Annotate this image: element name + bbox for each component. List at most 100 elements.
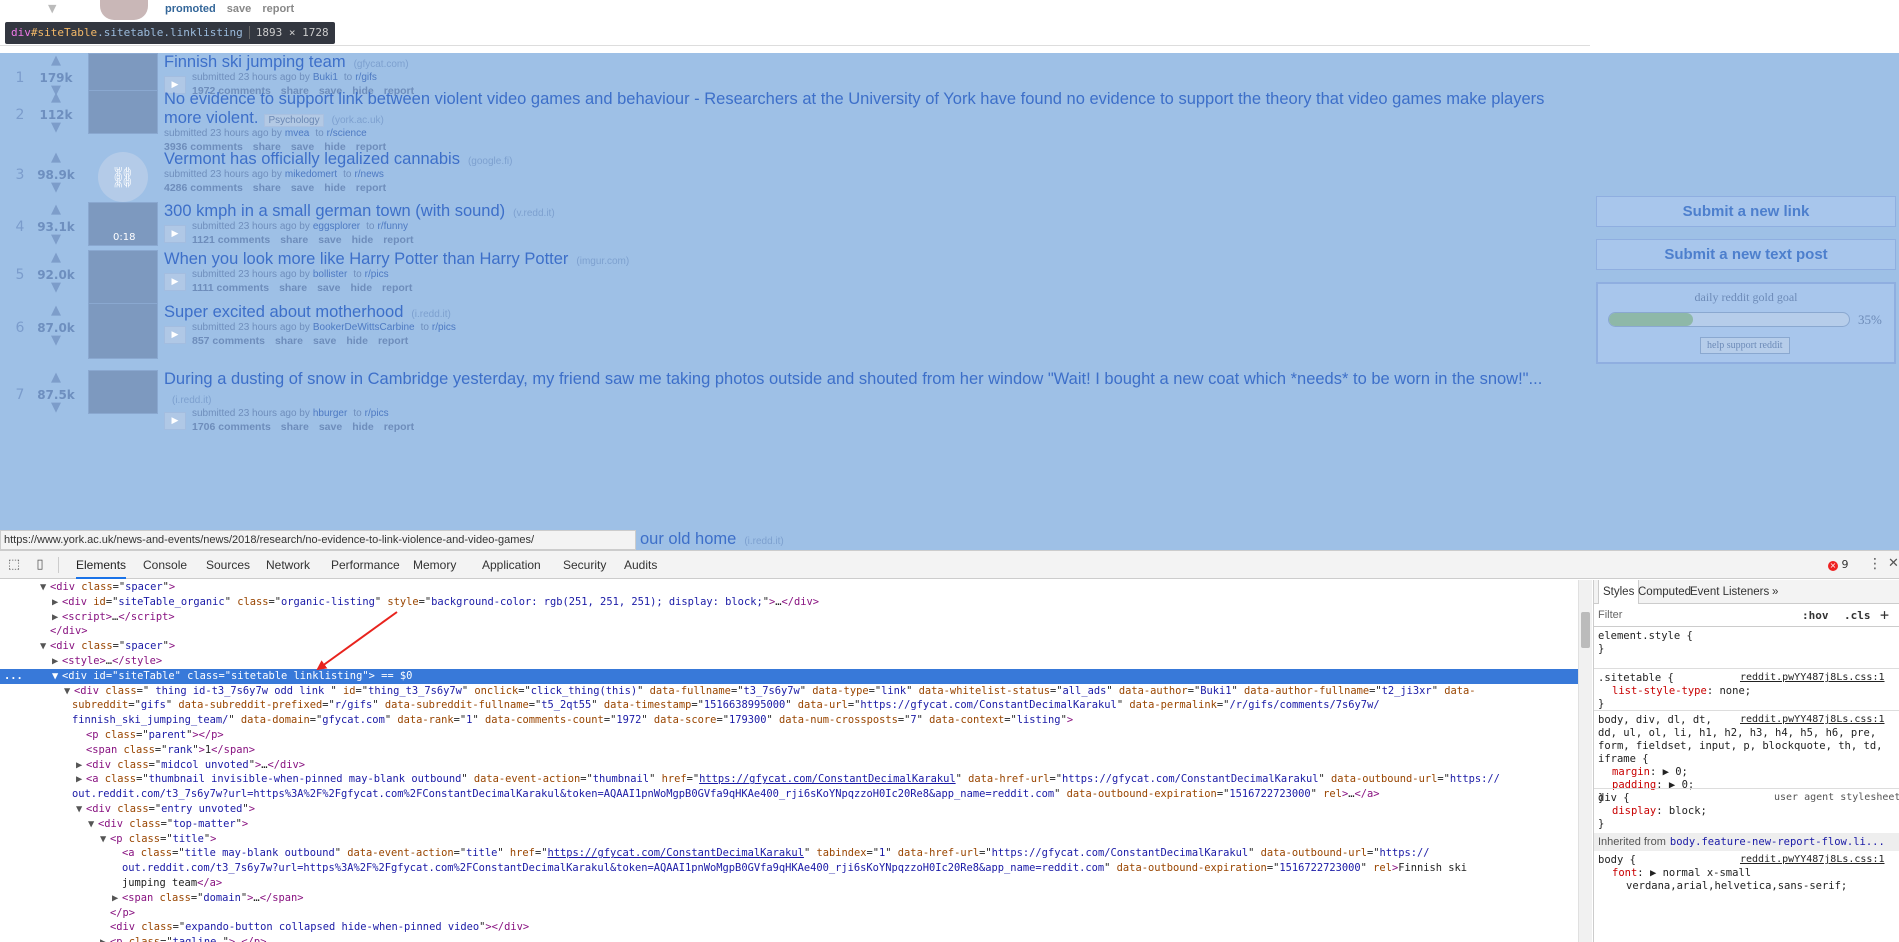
post-domain[interactable]: (york.ac.uk) xyxy=(332,115,384,126)
report-button[interactable]: report xyxy=(383,234,413,246)
close-icon[interactable]: ✕ xyxy=(1888,556,1899,571)
dom-node-line[interactable]: jumping team</a> xyxy=(0,876,222,891)
dom-node-line[interactable]: ▶ <a class="thumbnail invisible-when-pinn… xyxy=(0,772,1500,787)
post-title-link[interactable]: Finnish ski jumping team xyxy=(164,53,346,71)
hide-button[interactable]: hide xyxy=(350,282,372,294)
post-thumbnail[interactable]: 0:18 xyxy=(88,202,158,246)
dom-node-line[interactable]: ▶ <div id="siteTable_organic" class="orga… xyxy=(0,595,819,610)
collapsed-triangle-icon[interactable]: ▶ xyxy=(112,891,122,906)
dom-node-line[interactable]: ▶ <script>…</script> xyxy=(0,610,175,625)
promo-save-button[interactable]: save xyxy=(227,3,251,15)
rule-source-link[interactable]: reddit.pwYY487j8Ls.css:1 xyxy=(1740,714,1885,725)
post-subreddit[interactable]: r/science xyxy=(327,128,367,139)
downvote-arrow-icon[interactable]: ▼ xyxy=(48,233,64,246)
post-author[interactable]: mvea xyxy=(285,128,309,139)
partial-post-link[interactable]: our old home xyxy=(640,530,736,548)
expando-play-icon[interactable]: ▶ xyxy=(164,273,186,291)
hide-button[interactable]: hide xyxy=(352,234,374,246)
post-thumbnail[interactable] xyxy=(88,250,158,306)
comments-link[interactable]: 857 comments xyxy=(192,335,265,347)
expando-play-icon[interactable]: ▶ xyxy=(164,326,186,344)
rule-selector[interactable]: element.style { xyxy=(1598,630,1693,643)
report-button[interactable]: report xyxy=(378,335,408,347)
tab-network[interactable]: Network xyxy=(266,551,310,579)
promoted-thumbnail[interactable] xyxy=(100,0,148,20)
share-button[interactable]: share xyxy=(281,421,309,433)
css-declaration[interactable]: display: block; xyxy=(1612,805,1707,818)
post-subreddit[interactable]: r/pics xyxy=(365,408,389,419)
tab-audits[interactable]: Audits xyxy=(624,551,657,579)
dom-node-line[interactable]: <a class="title may-blank outbound" data… xyxy=(0,846,1430,861)
downvote-arrow-icon[interactable]: ▼ xyxy=(48,334,64,347)
upvote-arrow-icon[interactable]: ▲ xyxy=(48,54,64,67)
tab-memory[interactable]: Memory xyxy=(413,551,456,579)
rule-source-link[interactable]: reddit.pwYY487j8Ls.css:1 xyxy=(1740,672,1885,683)
post-thumbnail[interactable] xyxy=(88,370,158,414)
dom-node-line[interactable]: finnish_ski_jumping_team/" data-domain="… xyxy=(0,713,1073,728)
save-button[interactable]: save xyxy=(291,182,314,194)
styles-filter-input[interactable]: Filter xyxy=(1598,609,1622,621)
save-button[interactable]: save xyxy=(319,421,342,433)
css-declaration[interactable]: padding: ▶ 0; xyxy=(1612,779,1694,792)
collapsed-triangle-icon[interactable]: ▶ xyxy=(52,654,62,669)
dom-node-line[interactable]: ▶<p class="tagline ">…</p> xyxy=(0,935,266,942)
post-author[interactable]: hburger xyxy=(313,408,347,419)
collapsed-triangle-icon[interactable]: ▶ xyxy=(76,772,86,787)
post-title-link[interactable]: During a dusting of snow in Cambridge ye… xyxy=(164,370,1542,388)
post-author[interactable]: BookerDeWittsCarbine xyxy=(313,322,415,333)
expanded-triangle-icon[interactable]: ▼ xyxy=(64,684,74,699)
dom-node-line[interactable]: ▼ <p class="title"> xyxy=(0,832,216,847)
post-subreddit[interactable]: r/funny xyxy=(377,221,408,232)
downvote-arrow-icon[interactable]: ▼ xyxy=(48,281,64,294)
dom-node-line[interactable]: <div class="expando-button collapsed hid… xyxy=(0,920,529,935)
expanded-triangle-icon[interactable]: ▼ xyxy=(40,580,50,595)
dom-node-line[interactable]: ▶ <div class="midcol unvoted">…</div> xyxy=(0,758,305,773)
more-options-icon[interactable]: ⋮ xyxy=(1868,556,1882,572)
tab-sources[interactable]: Sources xyxy=(206,551,250,579)
upvote-arrow-icon[interactable]: ▲ xyxy=(48,91,64,104)
hide-button[interactable]: hide xyxy=(352,421,374,433)
comments-link[interactable]: 4286 comments xyxy=(164,182,243,194)
dom-node-line[interactable]: </div> xyxy=(0,624,88,639)
upvote-arrow-icon[interactable]: ▲ xyxy=(48,304,64,317)
post-domain[interactable]: (v.redd.it) xyxy=(513,208,555,219)
expanded-triangle-icon[interactable]: ▼ xyxy=(100,832,110,847)
post-title-link[interactable]: When you look more like Harry Potter tha… xyxy=(164,250,568,268)
post-thumbnail[interactable] xyxy=(88,303,158,359)
dom-node-line[interactable]: <span class="rank">1</span> xyxy=(0,743,255,758)
tab-security[interactable]: Security xyxy=(563,551,606,579)
upvote-arrow-icon[interactable]: ▲ xyxy=(48,151,64,164)
expanded-triangle-icon[interactable]: ▼ xyxy=(76,802,86,817)
styles-tab-computed[interactable]: Computed xyxy=(1638,580,1691,604)
dom-node-line[interactable]: <p class="parent"></p> xyxy=(0,728,224,743)
hide-button[interactable]: hide xyxy=(346,335,368,347)
post-domain[interactable]: (google.fi) xyxy=(468,156,512,167)
error-counter[interactable]: × 9 xyxy=(1828,558,1849,571)
rule-source-link[interactable]: reddit.pwYY487j8Ls.css:1 xyxy=(1740,854,1885,865)
expando-play-icon[interactable]: ▶ xyxy=(164,412,186,430)
link-thumbnail-icon[interactable]: ⛓ xyxy=(98,152,148,202)
help-support-button[interactable]: help support reddit xyxy=(1700,337,1790,354)
css-declaration[interactable]: margin: ▶ 0; xyxy=(1612,766,1688,779)
post-domain[interactable]: (i.redd.it) xyxy=(411,309,450,320)
save-button[interactable]: save xyxy=(318,234,341,246)
collapsed-triangle-icon[interactable]: ▶ xyxy=(76,758,86,773)
upvote-arrow-icon[interactable]: ▲ xyxy=(48,371,64,384)
post-domain[interactable]: (gfycat.com) xyxy=(354,59,409,70)
rule-selector[interactable]: .sitetable { xyxy=(1598,672,1674,685)
upvote-arrow-icon[interactable]: ▲ xyxy=(48,251,64,264)
expanded-triangle-icon[interactable]: ▼ xyxy=(40,639,50,654)
comments-link[interactable]: 1706 comments xyxy=(192,421,271,433)
post-subreddit[interactable]: r/news xyxy=(354,169,383,180)
submit-link-button[interactable]: Submit a new link xyxy=(1596,196,1896,227)
post-author[interactable]: bollister xyxy=(313,269,347,280)
post-title-link[interactable]: 300 kmph in a small german town (with so… xyxy=(164,202,505,220)
new-rule-icon[interactable]: + xyxy=(1880,606,1889,624)
collapsed-triangle-icon[interactable]: ▶ xyxy=(100,935,110,942)
downvote-arrow-icon[interactable]: ▼ xyxy=(48,121,64,134)
styles-tab-styles[interactable]: Styles xyxy=(1598,580,1640,604)
upvote-arrow-icon[interactable]: ▲ xyxy=(48,203,64,216)
post-author[interactable]: eggsplorer xyxy=(313,221,360,232)
post-subreddit[interactable]: r/pics xyxy=(432,322,456,333)
tab-performance[interactable]: Performance xyxy=(331,551,400,579)
